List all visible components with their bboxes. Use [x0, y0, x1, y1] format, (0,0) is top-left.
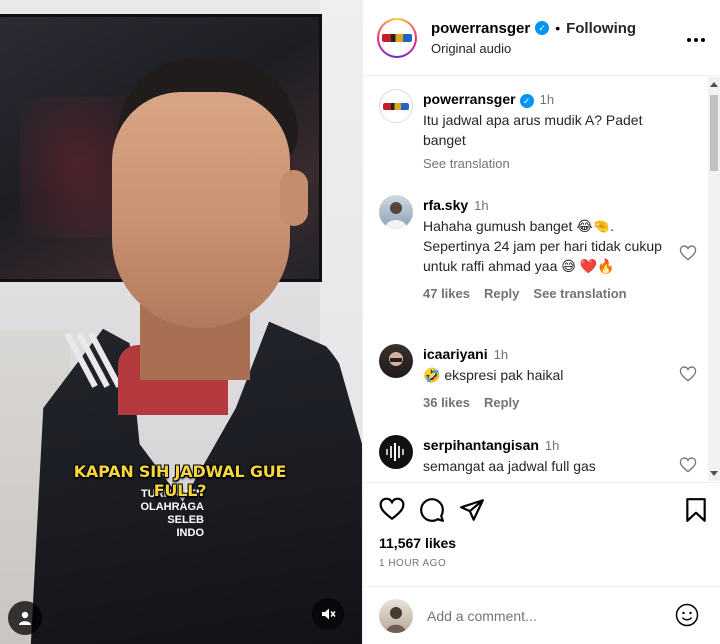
comment-likes[interactable]: 47 likes [423, 284, 470, 304]
comment-button[interactable] [419, 497, 445, 528]
user-tag-button[interactable] [8, 601, 42, 635]
more-options-button[interactable] [686, 26, 706, 49]
audio-wave-icon [386, 443, 404, 461]
likes-count[interactable]: 11,567 likes [379, 535, 456, 551]
avatar[interactable] [379, 344, 413, 378]
like-comment-button[interactable] [679, 245, 697, 266]
comment-text: 🤣 ekspresi pak haikal [423, 367, 564, 383]
following-button[interactable]: Following [566, 20, 636, 37]
muted-speaker-icon [322, 608, 336, 620]
comment-time: 1h [493, 347, 509, 362]
scroll-thumb[interactable] [710, 95, 718, 171]
current-user-avatar[interactable] [379, 598, 413, 633]
author-avatar[interactable] [377, 17, 417, 58]
comment-username[interactable]: rfa.sky [423, 197, 468, 213]
author-avatar-small[interactable] [379, 89, 413, 123]
add-comment-bar [363, 586, 720, 644]
comment-username[interactable]: icaariyani [423, 346, 488, 362]
paper-plane-icon [460, 499, 484, 521]
like-comment-button[interactable] [679, 457, 697, 478]
see-translation-link[interactable]: See translation [423, 154, 673, 174]
comment-time: 1h [474, 198, 489, 213]
post-header: powerransger ✓ • Following Original audi… [363, 0, 720, 76]
verified-badge-icon: ✓ [535, 21, 550, 35]
user-photo-icon [385, 202, 407, 229]
reply-button[interactable]: Reply [484, 393, 519, 413]
comment-text: Hahaha gumush banget 😂🤏. Sepertinya 24 j… [423, 218, 662, 274]
caption-comment: powerransger ✓ 1h Itu jadwal apa arus mudi… [379, 89, 697, 174]
reel-video[interactable]: TURNAMEN OLAHRAGA SELEB INDO KAPAN SIH J… [0, 0, 362, 644]
share-button[interactable] [459, 497, 485, 528]
emoji-button[interactable] [675, 603, 699, 632]
more-horizontal-icon [687, 38, 705, 42]
separator-dot: • [555, 20, 561, 36]
person-ear [280, 170, 308, 226]
emoji-smile-icon [675, 603, 699, 627]
like-button[interactable] [379, 497, 405, 528]
video-caption: KAPAN SIH JADWAL GUE FULL? [73, 462, 287, 500]
bookmark-icon [686, 498, 706, 522]
scroll-down-arrow-icon[interactable] [710, 471, 718, 476]
comments-scrollbar[interactable] [708, 77, 720, 481]
original-audio-link[interactable]: Original audio [431, 41, 636, 56]
comment-text: semangat aa jadwal full gas [423, 458, 596, 474]
list-item: serpihantangisan 1h semangat aa jadwal fu… [379, 435, 697, 476]
comment-text: Itu jadwal apa arus mudik A? Padet bange… [423, 112, 643, 148]
comment-likes[interactable]: 36 likes [423, 393, 470, 413]
comments-list[interactable]: powerransger ✓ 1h Itu jadwal apa arus mudi… [363, 77, 720, 481]
user-photo-icon [386, 606, 406, 633]
brand-logo-icon [382, 33, 412, 42]
post-panel: powerransger ✓ • Following Original audi… [362, 0, 720, 644]
comment-username[interactable]: powerransger [423, 91, 516, 107]
heart-icon [679, 245, 697, 261]
user-photo-icon [389, 352, 403, 366]
comment-input[interactable] [427, 607, 667, 624]
person-icon [19, 611, 31, 625]
save-button[interactable] [685, 497, 707, 528]
scroll-up-arrow-icon[interactable] [710, 82, 718, 87]
post-timestamp: 1 HOUR AGO [379, 558, 447, 569]
comment-bubble-icon [420, 498, 444, 522]
reply-button[interactable]: Reply [484, 284, 519, 304]
brand-logo-icon [383, 102, 409, 110]
comment-username[interactable]: serpihantangisan [423, 437, 539, 453]
person-face [112, 92, 290, 328]
mute-button[interactable] [312, 598, 344, 630]
author-username[interactable]: powerransger [431, 20, 530, 37]
avatar[interactable] [379, 435, 413, 469]
post-actions: 11,567 likes 1 HOUR AGO [363, 482, 720, 600]
list-item: icaariyani 1h 🤣 ekspresi pak haikal 36 li… [379, 344, 697, 413]
heart-icon [679, 457, 697, 473]
heart-icon [679, 366, 697, 382]
verified-badge-icon: ✓ [519, 94, 534, 108]
list-item: rfa.sky 1h Hahaha gumush banget 😂🤏. Seper… [379, 195, 697, 304]
avatar[interactable] [379, 195, 413, 229]
comment-time: 1h [544, 438, 560, 453]
heart-icon [379, 497, 405, 521]
comment-time: 1h [539, 92, 555, 107]
like-comment-button[interactable] [679, 366, 697, 387]
see-translation-link[interactable]: See translation [533, 284, 626, 304]
